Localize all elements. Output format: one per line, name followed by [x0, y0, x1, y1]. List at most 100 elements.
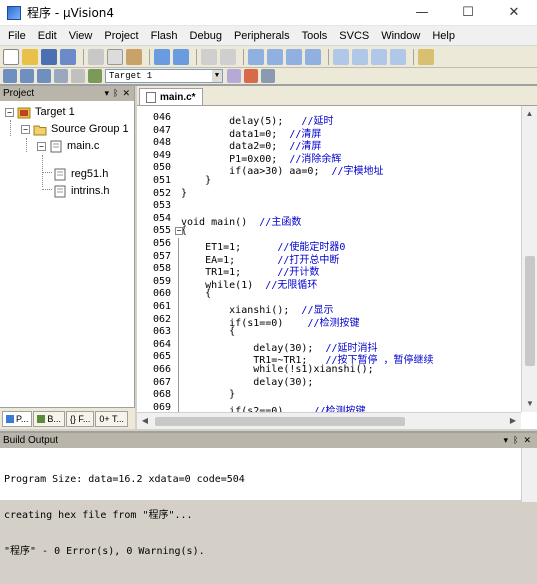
collapse-icon[interactable]: − — [37, 141, 46, 151]
code-line: } — [181, 175, 212, 186]
editor-vertical-scrollbar[interactable]: ▲ ▼ — [521, 106, 537, 412]
redo-icon[interactable] — [173, 48, 189, 65]
menu-tools[interactable]: Tools — [296, 26, 334, 46]
line-number: 066 — [153, 364, 172, 375]
new-file-icon[interactable] — [3, 48, 19, 65]
menu-edit[interactable]: Edit — [32, 26, 63, 46]
build-output-title: Build Output — [3, 435, 59, 446]
open-folder-icon[interactable] — [22, 48, 38, 65]
tree-include-reg51[interactable]: reg51.h — [53, 166, 108, 182]
tree-target[interactable]: − Target 1 — [5, 104, 75, 120]
line-number: 049 — [153, 149, 172, 161]
scroll-up-icon[interactable]: ▲ — [522, 106, 537, 122]
autohide-icon[interactable]: ᛒ — [513, 435, 518, 446]
collapse-icon[interactable]: − — [21, 124, 30, 134]
save-all-icon[interactable] — [60, 48, 76, 65]
stop-build-icon[interactable] — [71, 69, 85, 83]
line-number: 047 — [153, 124, 172, 136]
books-tab-icon — [37, 414, 46, 423]
pin-icon[interactable]: ▾ — [105, 88, 110, 99]
tab-functions[interactable]: {} F... — [65, 410, 95, 427]
pin-icon[interactable]: ▾ — [504, 435, 509, 446]
line-number: 048 — [153, 137, 172, 149]
indent-icon[interactable] — [333, 48, 349, 65]
menu-project[interactable]: Project — [98, 26, 144, 46]
fold-toggle-icon[interactable]: − — [175, 225, 183, 236]
paste-icon[interactable] — [126, 48, 142, 65]
nav-back-icon[interactable] — [201, 48, 217, 65]
tab-templates[interactable]: 0+ T... — [95, 410, 128, 427]
tree-group[interactable]: − Source Group 1 — [21, 121, 129, 137]
translate-icon[interactable] — [3, 69, 17, 83]
panel-close-icon[interactable]: ✕ — [523, 435, 531, 446]
bookmark-clear-icon[interactable] — [305, 48, 321, 65]
uncomment-icon[interactable] — [390, 48, 406, 65]
menu-svcs[interactable]: SVCS — [333, 26, 375, 46]
project-panel: Project ▾ ᛒ ✕ − Target 1 − Source Group … — [0, 86, 135, 429]
target-folder-icon — [17, 107, 31, 118]
tree-target-label: Target 1 — [35, 106, 75, 118]
cut-icon[interactable] — [88, 48, 104, 65]
line-number: 051 — [153, 175, 172, 186]
tree-file-main[interactable]: − main.c — [37, 138, 99, 154]
save-icon[interactable] — [41, 48, 57, 65]
build-output-scrollbar[interactable] — [521, 448, 537, 502]
unindent-icon[interactable] — [352, 48, 368, 65]
menu-file[interactable]: File — [2, 26, 32, 46]
menu-help[interactable]: Help — [426, 26, 461, 46]
scroll-right-icon[interactable]: ▶ — [505, 413, 521, 429]
build-toolbar: Target 1 ▼ — [0, 68, 537, 86]
line-number: 052 — [153, 187, 172, 199]
menu-window[interactable]: Window — [375, 26, 426, 46]
header-file-icon — [54, 185, 66, 197]
menu-view[interactable]: View — [63, 26, 99, 46]
download-icon[interactable] — [88, 69, 102, 83]
line-number: 050 — [153, 162, 172, 174]
manage-components-icon[interactable] — [261, 69, 275, 83]
target-select[interactable]: Target 1 ▼ — [105, 69, 223, 83]
tab-project[interactable]: P... — [2, 410, 33, 427]
editor-horizontal-scrollbar[interactable]: ◀ ▶ — [137, 412, 521, 429]
line-number: 059 — [153, 275, 172, 287]
menu-peripherals[interactable]: Peripherals — [228, 26, 296, 46]
file-extensions-icon[interactable] — [244, 69, 258, 83]
nav-forward-icon[interactable] — [220, 48, 236, 65]
tab-books[interactable]: B... — [33, 410, 65, 427]
code-line: { — [181, 326, 236, 338]
code-text-area[interactable]: 046 delay(5); //延时 047 data1=0; //清屏 048 d… — [137, 106, 521, 412]
copy-icon[interactable] — [107, 48, 123, 65]
comment-icon[interactable] — [371, 48, 387, 65]
menu-debug[interactable]: Debug — [184, 26, 228, 46]
build-icon[interactable] — [20, 69, 34, 83]
file-toolbar — [0, 46, 537, 68]
bookmark-icon[interactable] — [248, 48, 264, 65]
target-options-icon[interactable] — [227, 69, 241, 83]
close-button[interactable]: ✕ — [491, 0, 537, 26]
code-line: } — [181, 187, 188, 199]
collapse-icon[interactable]: − — [5, 107, 14, 117]
undo-icon[interactable] — [154, 48, 170, 65]
build-output-text[interactable]: Program Size: data=16.2 xdata=0 code=504… — [0, 448, 537, 584]
project-tree: − Target 1 − Source Group 1 − main.c reg… — [0, 101, 134, 407]
project-panel-header: Project ▾ ᛒ ✕ — [0, 86, 134, 101]
rebuild-icon[interactable] — [37, 69, 51, 83]
bookmark-next-icon[interactable] — [286, 48, 302, 65]
minimize-button[interactable]: — — [399, 0, 445, 26]
c-file-icon — [50, 140, 62, 152]
batch-build-icon[interactable] — [54, 69, 68, 83]
find-in-files-icon[interactable] — [418, 48, 434, 65]
menu-flash[interactable]: Flash — [145, 26, 184, 46]
tree-include-intrins[interactable]: intrins.h — [53, 183, 110, 199]
scroll-left-icon[interactable]: ◀ — [137, 413, 153, 429]
scroll-thumb[interactable] — [525, 256, 535, 366]
code-editor: main.c* 046 delay(5); //延时 047 data1=0; /… — [137, 86, 537, 429]
maximize-button[interactable]: ☐ — [445, 0, 491, 26]
hscroll-thumb[interactable] — [155, 417, 405, 426]
bookmark-prev-icon[interactable] — [267, 48, 283, 65]
autohide-icon[interactable]: ᛒ — [113, 88, 118, 99]
chevron-down-icon[interactable]: ▼ — [212, 70, 222, 82]
panel-close-icon[interactable]: ✕ — [122, 88, 130, 99]
scroll-down-icon[interactable]: ▼ — [522, 396, 537, 412]
tab-main-c[interactable]: main.c* — [139, 88, 203, 105]
uvision-app-icon — [7, 5, 21, 20]
